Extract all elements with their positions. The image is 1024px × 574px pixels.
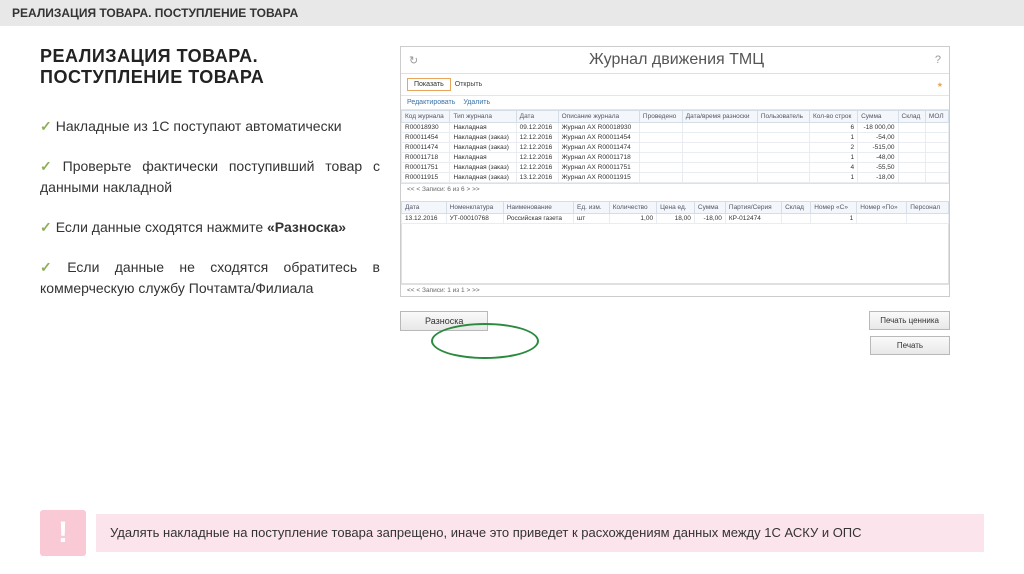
delete-link[interactable]: Удалить [463,99,490,106]
check-icon: ✓ [40,158,59,174]
detail-table: ДатаНоменклатураНаименование Ед. изм.Кол… [401,201,949,224]
open-button[interactable]: Открыть [455,81,483,88]
app-title: Журнал движения ТМЦ [418,51,935,69]
app-screenshot: ↻ Журнал движения ТМЦ ? Показать Открыть… [400,46,950,297]
warning-text: Удалять накладные на поступление товара … [96,514,984,552]
list-item: ✓Если данные сходятся нажмите «Разноска» [40,217,380,239]
check-icon: ✓ [40,219,52,235]
list-item: ✓Проверьте фактически поступивший товар … [40,156,380,199]
warning-banner: Удалять накладные на поступление товара … [40,510,984,556]
nav-first[interactable]: << [407,186,415,193]
help-icon[interactable]: ? [935,54,941,66]
table-row: R00011454Накладная (заказ)12.12.2016Журн… [402,133,949,143]
show-button[interactable]: Показать [407,78,451,91]
table-row: R00011718Накладная12.12.2016Журнал АХ R0… [402,153,949,163]
nav-next[interactable]: > [466,186,470,193]
print-button[interactable]: Печать [870,336,950,355]
nav-prev[interactable]: < [416,186,420,193]
table-row: R00011751Накладная (заказ)12.12.2016Журн… [402,163,949,173]
warning-icon [40,510,86,556]
list-item: ✓Накладные из 1С поступают автоматически [40,116,380,138]
check-icon: ✓ [40,118,52,134]
page-title: РЕАЛИЗАЦИЯ ТОВАРА. ПОСТУПЛЕНИЕ ТОВАРА [40,46,380,88]
top-bar: РЕАЛИЗАЦИЯ ТОВАРА. ПОСТУПЛЕНИЕ ТОВАРА [0,0,1024,26]
star-icon[interactable]: ★ [937,81,943,89]
bullet-list: ✓Накладные из 1С поступают автоматически… [40,116,380,300]
print-tag-button[interactable]: Печать ценника [869,311,950,330]
edit-link[interactable]: Редактировать [407,99,455,106]
raznoska-button[interactable]: Разноска [400,311,488,331]
table-row: 13.12.2016УТ-00010768Российская газета ш… [402,214,949,224]
table-row: R00018930Накладная09.12.2016Журнал АХ R0… [402,123,949,133]
table-row: R00011915Накладная (заказ)13.12.2016Журн… [402,173,949,183]
refresh-icon[interactable]: ↻ [409,54,418,67]
journal-table: Код журналаТип журналаДата Описание журн… [401,110,949,183]
table-row: R00011474Накладная (заказ)12.12.2016Журн… [402,143,949,153]
check-icon: ✓ [40,259,63,275]
list-item: ✓Если данные не сходятся обратитесь в ко… [40,257,380,300]
nav-last[interactable]: >> [472,186,480,193]
